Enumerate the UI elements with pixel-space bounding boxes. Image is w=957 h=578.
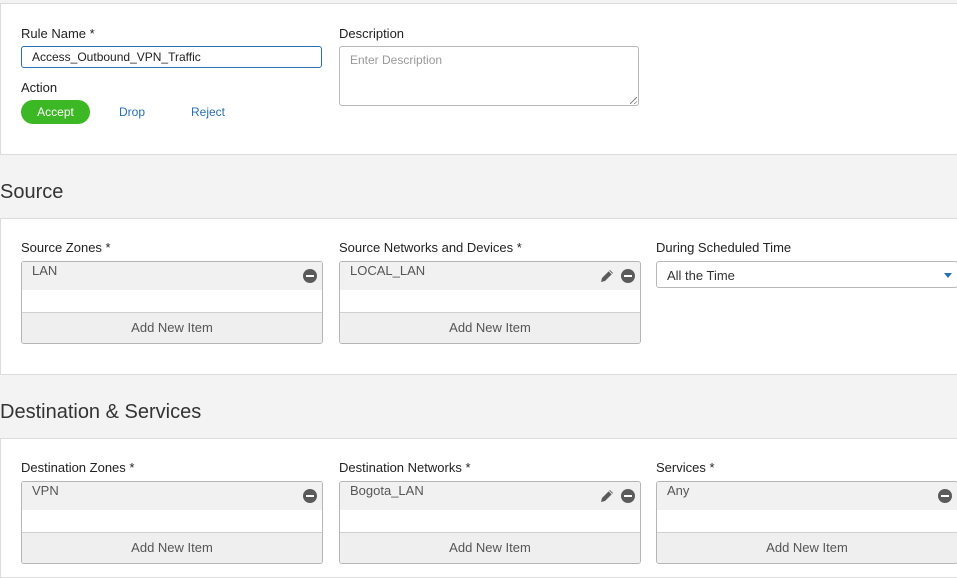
description-label: Description (339, 26, 405, 41)
action-label: Action (21, 80, 58, 95)
rule-name-input[interactable] (21, 46, 322, 68)
destination-networks-label: Destination Networks * (339, 460, 471, 475)
list-item: Bogota_LAN (340, 482, 640, 510)
source-zones-label: Source Zones * (21, 240, 111, 255)
list-item-label: Bogota_LAN (350, 483, 424, 498)
destination-section-title: Destination & Services (0, 401, 202, 423)
remove-circle-icon[interactable] (938, 489, 952, 503)
add-new-item-button[interactable]: Add New Item (340, 532, 640, 563)
list-item: Any (657, 482, 957, 510)
list-item-label: VPN (32, 483, 59, 498)
description-input[interactable] (339, 46, 639, 106)
add-new-item-button[interactable]: Add New Item (657, 532, 957, 563)
source-networks-list: LOCAL_LAN Add New Item (339, 261, 641, 344)
add-new-item-button[interactable]: Add New Item (22, 532, 322, 563)
remove-circle-icon[interactable] (621, 269, 635, 283)
rule-name-label: Rule Name * (21, 26, 95, 41)
source-networks-label: Source Networks and Devices * (339, 240, 522, 255)
source-zones-list: LAN Add New Item (21, 261, 323, 344)
destination-panel: Destination Zones * VPN Add New Item Des… (0, 438, 957, 578)
remove-circle-icon[interactable] (303, 489, 317, 503)
pencil-icon[interactable] (599, 268, 615, 284)
destination-zones-list: VPN Add New Item (21, 481, 323, 564)
services-label: Services * (656, 460, 715, 475)
list-item-label: LAN (32, 263, 58, 278)
add-new-item-button[interactable]: Add New Item (22, 312, 322, 343)
action-accept-button[interactable]: Accept (21, 100, 90, 124)
source-panel: Source Zones * LAN Add New Item Source N… (0, 218, 957, 375)
list-item: LOCAL_LAN (340, 262, 640, 290)
add-new-item-button[interactable]: Add New Item (340, 312, 640, 343)
remove-circle-icon[interactable] (621, 489, 635, 503)
list-item: VPN (22, 482, 322, 510)
schedule-select-value: All the Time (667, 268, 735, 283)
source-section-title: Source (0, 181, 64, 203)
list-item: LAN (22, 262, 322, 290)
list-item-label: Any (667, 483, 690, 498)
caret-down-icon[interactable] (944, 273, 952, 278)
services-list: Any Add New Item (656, 481, 957, 564)
rule-details-panel: Rule Name * Description Action Accept Dr… (0, 3, 957, 155)
action-reject-button[interactable]: Reject (191, 100, 225, 124)
schedule-select[interactable]: All the Time (656, 261, 957, 288)
remove-circle-icon[interactable] (303, 269, 317, 283)
list-item-label: LOCAL_LAN (350, 263, 426, 278)
destination-zones-label: Destination Zones * (21, 460, 135, 475)
schedule-label: During Scheduled Time (656, 240, 792, 255)
destination-networks-list: Bogota_LAN Add New Item (339, 481, 641, 564)
resize-grip-icon[interactable] (630, 97, 637, 104)
pencil-icon[interactable] (599, 488, 615, 504)
action-drop-button[interactable]: Drop (119, 100, 145, 124)
